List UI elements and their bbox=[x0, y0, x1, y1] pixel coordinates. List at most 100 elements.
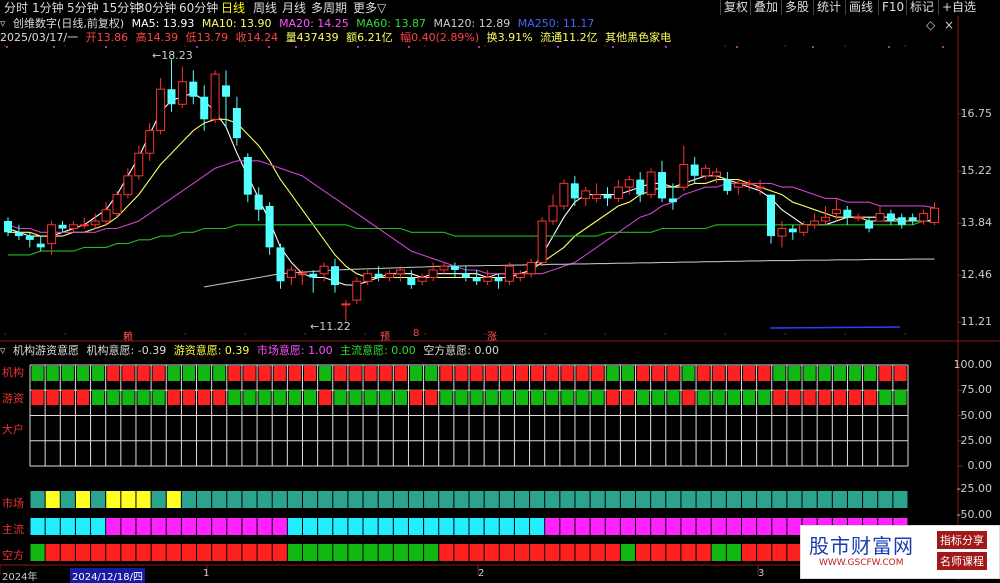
youzi-cell bbox=[319, 390, 332, 405]
candle bbox=[897, 213, 906, 229]
jigou-cell bbox=[531, 366, 544, 381]
toolbar-button-7[interactable]: +自选 bbox=[938, 0, 976, 15]
close-icon[interactable]: × bbox=[944, 18, 954, 32]
toolbar: 分时 1分钟 5分钟 15分钟 30分钟 60分钟 日线 周线 月线 多周期 更多▽ 复权 叠加 多股 统计… bbox=[0, 0, 1000, 16]
candle bbox=[68, 221, 78, 233]
jigou-cell bbox=[258, 366, 271, 381]
indicator-title[interactable]: 机构游资意愿 bbox=[13, 344, 79, 357]
toolbar-button-5[interactable]: F10 bbox=[878, 0, 904, 15]
period-tab-0[interactable]: 分时 bbox=[4, 1, 28, 15]
period-tab-9[interactable]: 多周期 bbox=[311, 1, 347, 15]
kongfang-cell bbox=[348, 544, 363, 561]
zhuliu-cell bbox=[166, 518, 181, 535]
period-tab-7[interactable]: 周线 bbox=[253, 1, 277, 15]
youzi-cell bbox=[879, 390, 892, 405]
toolbar-button-3[interactable]: 统计 bbox=[813, 0, 841, 15]
youzi-cell bbox=[425, 390, 438, 405]
signal-dot bbox=[196, 46, 198, 48]
zhuliu-cell bbox=[651, 518, 666, 535]
diamond-icon[interactable]: ◇ bbox=[926, 18, 935, 32]
youzi-cell bbox=[334, 390, 347, 405]
signal-dot bbox=[53, 46, 55, 48]
jigou-cell bbox=[92, 366, 105, 381]
period-tab-3[interactable]: 15分钟 bbox=[102, 1, 141, 15]
event-mark[interactable]: 涨 bbox=[487, 328, 497, 343]
chevron-down-icon[interactable]: ▿ bbox=[0, 344, 6, 357]
jigou-cell bbox=[349, 366, 362, 381]
period-tab-2[interactable]: 5分钟 bbox=[67, 1, 99, 15]
ma60-line bbox=[8, 220, 935, 256]
jigou-cell bbox=[621, 366, 635, 381]
kongfang-cell bbox=[741, 544, 757, 561]
jigou-cell bbox=[122, 366, 135, 381]
shichang-cell bbox=[378, 491, 393, 508]
signal-dot bbox=[888, 46, 890, 48]
candle bbox=[309, 269, 318, 293]
candle bbox=[570, 175, 579, 206]
youzi-cell bbox=[394, 390, 407, 405]
jigou-cell bbox=[303, 366, 317, 381]
shichang-cell bbox=[212, 491, 227, 508]
youzi-cell bbox=[440, 390, 453, 405]
toolbar-button-4[interactable]: 画线 bbox=[845, 0, 873, 15]
shichang-cell bbox=[272, 491, 287, 508]
kongfang-cell bbox=[620, 544, 636, 561]
zhuliu-cell bbox=[575, 518, 590, 535]
jigou-cell bbox=[606, 366, 619, 381]
youzi-cell bbox=[742, 390, 756, 405]
chevron-down-icon[interactable]: ▿ bbox=[0, 17, 6, 30]
industry[interactable]: 其他黑色家电 bbox=[605, 31, 671, 44]
shichang-cell bbox=[333, 491, 348, 508]
candle bbox=[908, 213, 917, 225]
period-tab-4[interactable]: 30分钟 bbox=[137, 1, 176, 15]
period-tab-6[interactable]: 日线 bbox=[221, 1, 245, 15]
watermark-logo: 股市财富网 WWW.GSCFW.COM 指标分享 名师课程 bbox=[800, 525, 1000, 579]
chart-canvas[interactable] bbox=[0, 0, 1000, 580]
youzi-cell bbox=[137, 390, 150, 405]
jigou-cell bbox=[334, 366, 347, 381]
jigou-cell bbox=[213, 366, 226, 381]
event-mark[interactable]: 赖 bbox=[123, 328, 133, 343]
open-value: 开13.86 bbox=[85, 31, 129, 44]
zhuliu-cell bbox=[741, 518, 757, 535]
kongfang-cell bbox=[469, 544, 484, 561]
youzi-cell bbox=[303, 390, 317, 405]
kongfang-cell bbox=[91, 544, 106, 561]
toolbar-button-1[interactable]: 叠加 bbox=[750, 0, 778, 15]
toolbar-button-0[interactable]: 复权 bbox=[720, 0, 748, 15]
period-tab-10[interactable]: 更多▽ bbox=[353, 1, 386, 15]
candle bbox=[167, 59, 176, 112]
zhuliu-cell bbox=[545, 518, 560, 535]
period-tab-1[interactable]: 1分钟 bbox=[32, 1, 64, 15]
youzi-cell bbox=[122, 390, 135, 405]
shichang-cell bbox=[575, 491, 590, 508]
kongfang-cell bbox=[333, 544, 348, 561]
youzi-cell bbox=[61, 390, 74, 405]
youzi-cell bbox=[621, 390, 635, 405]
youzi-cell bbox=[652, 390, 665, 405]
toolbar-button-6[interactable]: 标记 bbox=[906, 0, 934, 15]
jigou-cell bbox=[455, 366, 468, 381]
high-price-label: ←18.23 bbox=[152, 49, 193, 62]
shichang-cell bbox=[666, 491, 681, 508]
kongfang-cell bbox=[499, 544, 514, 561]
jigou-cell bbox=[591, 366, 604, 381]
period-tab-8[interactable]: 月线 bbox=[282, 1, 306, 15]
zhuliu-cell bbox=[333, 518, 348, 535]
jigou-cell bbox=[425, 366, 438, 381]
signal-dot bbox=[357, 46, 359, 48]
ma20-line bbox=[7, 160, 935, 275]
youzi-cell bbox=[848, 390, 862, 405]
period-tab-5[interactable]: 60分钟 bbox=[179, 1, 218, 15]
candle bbox=[853, 213, 863, 222]
event-mark[interactable]: 8 bbox=[413, 328, 419, 339]
shichang-cell bbox=[454, 491, 469, 508]
toolbar-button-2[interactable]: 多股 bbox=[781, 0, 809, 15]
close-value: 收14.24 bbox=[235, 31, 279, 44]
watermark-tag2: 名师课程 bbox=[937, 552, 987, 570]
shichang-cell bbox=[424, 491, 439, 508]
event-mark[interactable]: 预 bbox=[380, 328, 390, 343]
jigou-cell bbox=[46, 366, 59, 381]
shichang-cell bbox=[136, 491, 151, 508]
jigou-cell bbox=[440, 366, 453, 381]
